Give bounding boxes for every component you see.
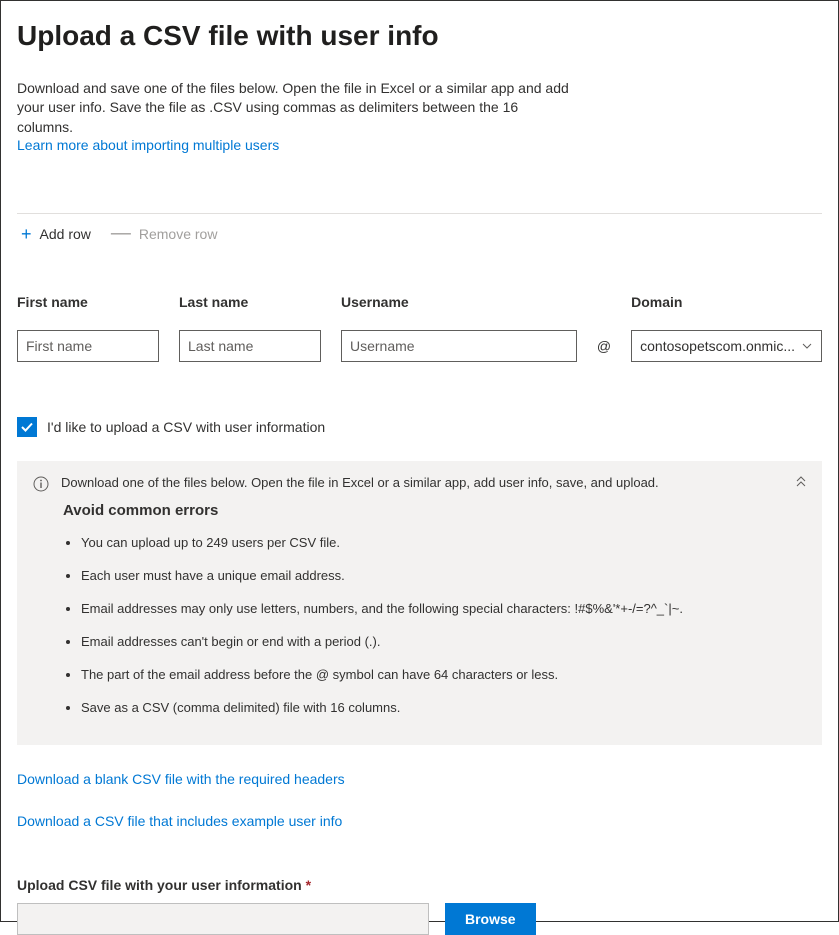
upload-csv-checkbox-label: I'd like to upload a CSV with user infor… (47, 419, 325, 435)
plus-icon: + (21, 225, 32, 243)
download-blank-csv-link[interactable]: Download a blank CSV file with the requi… (17, 771, 822, 787)
add-row-button[interactable]: + Add row (21, 225, 91, 243)
row-toolbar: + Add row — Remove row (17, 214, 822, 254)
info-item: You can upload up to 249 users per CSV f… (81, 527, 806, 560)
info-icon (33, 476, 49, 492)
chevron-down-icon (801, 340, 813, 352)
page-title: Upload a CSV file with user info (17, 19, 822, 53)
last-name-label: Last name (179, 294, 321, 310)
info-subtitle: Avoid common errors (63, 502, 806, 519)
info-item: Email addresses may only use letters, nu… (81, 593, 806, 626)
learn-more-link[interactable]: Learn more about importing multiple user… (17, 137, 279, 153)
remove-row-button: — Remove row (111, 224, 218, 244)
remove-row-label: Remove row (139, 226, 218, 242)
info-item: Each user must have a unique email addre… (81, 560, 806, 593)
domain-select[interactable]: contosopetscom.onmic... (631, 330, 822, 362)
collapse-icon[interactable] (794, 475, 808, 489)
first-name-label: First name (17, 294, 159, 310)
required-asterisk: * (306, 877, 311, 893)
username-label: Username (341, 294, 577, 310)
domain-label: Domain (631, 294, 822, 310)
info-item: Save as a CSV (comma delimited) file wit… (81, 692, 806, 725)
info-list: You can upload up to 249 users per CSV f… (63, 527, 806, 724)
info-item: The part of the email address before the… (81, 659, 806, 692)
domain-value: contosopetscom.onmic... (640, 338, 795, 354)
info-panel: Download one of the files below. Open th… (17, 461, 822, 744)
username-input[interactable] (341, 330, 577, 362)
upload-csv-checkbox[interactable] (17, 417, 37, 437)
intro-text: Download and save one of the files below… (17, 79, 577, 138)
check-icon (20, 420, 34, 434)
upload-label: Upload CSV file with your user informati… (17, 877, 311, 893)
info-item: Email addresses can't begin or end with … (81, 626, 806, 659)
user-form-row: First name Last name Username @ Domain c… (17, 294, 822, 362)
at-symbol: @ (597, 330, 611, 362)
upload-file-path-box (17, 903, 429, 935)
browse-button[interactable]: Browse (445, 903, 536, 935)
first-name-input[interactable] (17, 330, 159, 362)
download-example-csv-link[interactable]: Download a CSV file that includes exampl… (17, 813, 822, 829)
last-name-input[interactable] (179, 330, 321, 362)
add-row-label: Add row (40, 226, 91, 242)
minus-icon: — (111, 223, 131, 243)
info-header-text: Download one of the files below. Open th… (61, 475, 659, 490)
